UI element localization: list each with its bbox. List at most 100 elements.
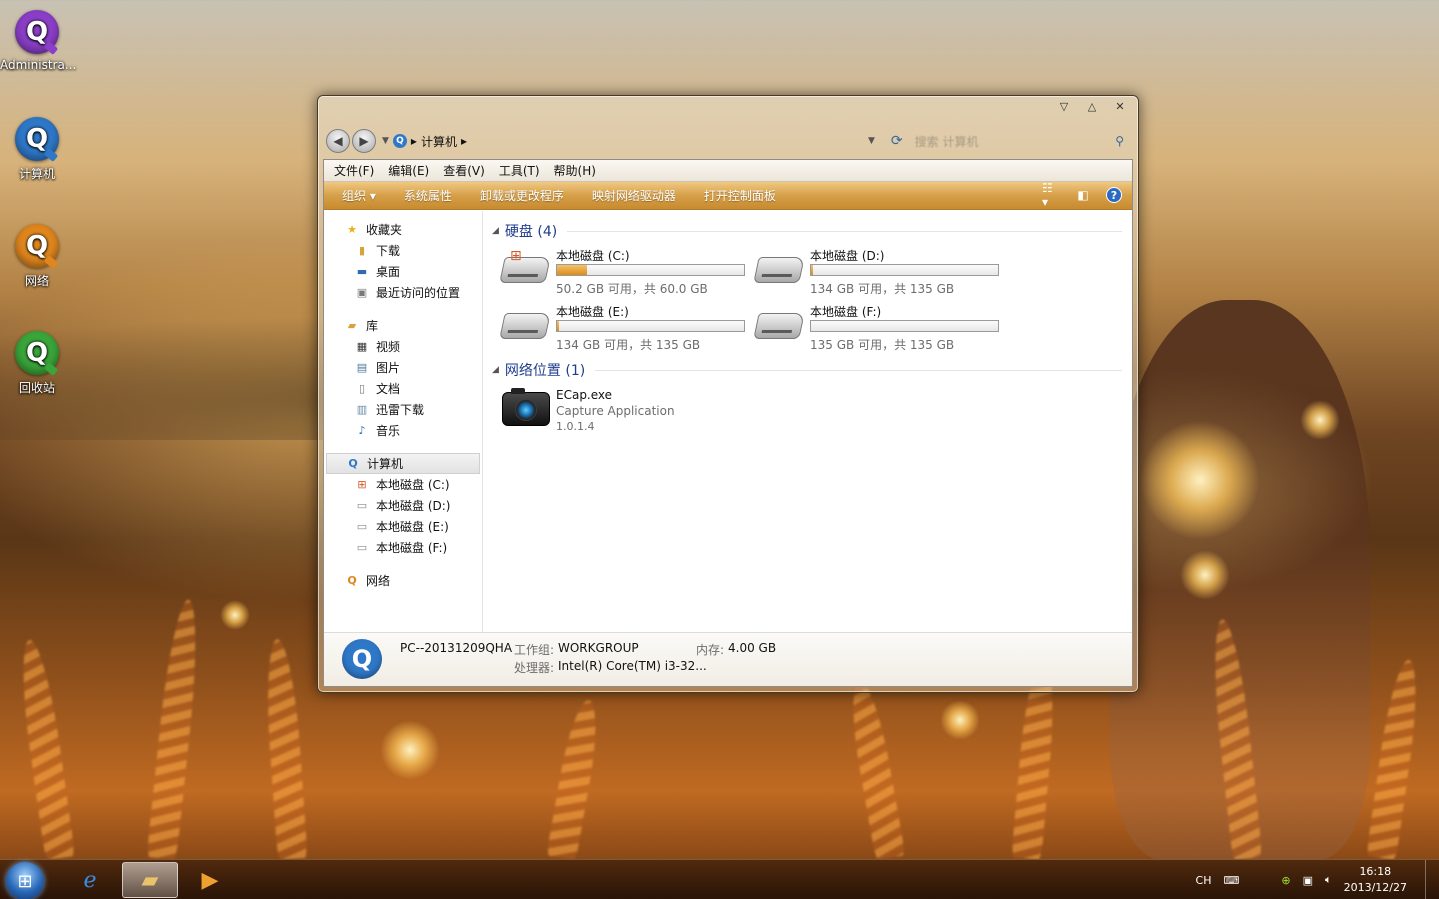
sidebar-item-downloads[interactable]: ▮ 下载 (324, 240, 482, 261)
sidebar-item-libraries[interactable]: ▰ 库 (324, 315, 482, 336)
sidebar-item-music[interactable]: ♪ 音乐 (324, 420, 482, 441)
sidebar-item-pictures[interactable]: ▤ 图片 (324, 357, 482, 378)
recent-places-icon: ▣ (356, 286, 368, 299)
start-button[interactable]: ⊞ (6, 862, 44, 899)
keyboard-icon[interactable]: ⌨ (1223, 874, 1239, 887)
system-tray: CH ⌨ ⊕ ▣ 🔈︎ 16:18 2013/12/27 (1196, 860, 1439, 899)
drive-usage-fill (811, 265, 813, 275)
breadcrumb-computer[interactable]: 计算机 (421, 133, 457, 150)
menu-file[interactable]: 文件(F) (334, 162, 374, 179)
sidebar-item-label: 视频 (376, 340, 401, 354)
navigation-bar: ◀ ▶ ▼ Q ▸ 计算机 ▸ ▼ ⟳ 搜索 计算机 ⚲ (326, 128, 1134, 154)
sidebar-item-recent-places[interactable]: ▣ 最近访问的位置 (324, 282, 482, 303)
sidebar-item-label: 收藏夹 (366, 223, 403, 237)
menu-tools[interactable]: 工具(T) (499, 162, 540, 179)
organize-button[interactable]: 组织 ▾ (342, 187, 376, 204)
help-icon[interactable]: ? (1106, 187, 1122, 203)
back-button[interactable]: ◀ (326, 129, 350, 153)
drive-usage-bar (556, 320, 745, 332)
taskbar-internet-explorer[interactable]: ℯ (62, 862, 118, 898)
sidebar-item-network[interactable]: Q 网络 (324, 570, 482, 591)
taskbar-media-player[interactable]: ▶ (182, 862, 238, 898)
harddisk-group-header[interactable]: ◢ 硬盘 (4) (492, 221, 1122, 241)
desktop-icon-computer[interactable]: Q 计算机 (0, 117, 74, 182)
breadcrumb-separator: ▸ (410, 134, 417, 148)
command-bar-right: ☷ ▾ ◧ ? (1042, 181, 1122, 209)
desktop-icon-label: Administra... (0, 58, 77, 72)
workgroup-label: 工作组: (514, 643, 555, 657)
navigation-pane: ★ 收藏夹 ▮ 下载 ▬ 桌面 ▣ 最近访问的位置 ▰ 库 ▦ 视频 ▤ 图片 … (324, 211, 483, 632)
drive-c[interactable]: 本地磁盘 (C:) 50.2 GB 可用，共 60.0 GB (499, 247, 752, 299)
sidebar-item-drive-f[interactable]: ▭ 本地磁盘 (F:) (324, 537, 482, 558)
close-button[interactable]: ✕ (1110, 98, 1130, 114)
documents-icon: ▯ (358, 382, 366, 395)
sidebar-item-drive-c[interactable]: ⊞ 本地磁盘 (C:) (324, 474, 482, 495)
details-pane: Q PC--20131209QHA 工作组: WORKGROUP 内存: 4.0… (324, 632, 1132, 686)
address-dropdown[interactable]: ▼ (868, 136, 875, 146)
network-item-ecap[interactable]: ECap.exe Capture Application 1.0.1.4 (502, 388, 802, 434)
taskbar-explorer[interactable]: ▰ (122, 862, 178, 898)
drive-size: 134 GB 可用，共 135 GB (810, 282, 955, 296)
hard-drive-icon (499, 313, 551, 339)
sidebar-item-drive-e[interactable]: ▭ 本地磁盘 (E:) (324, 516, 482, 537)
sidebar-item-label: 文档 (376, 382, 401, 396)
sidebar-item-label: 下载 (376, 244, 401, 258)
internet-explorer-icon: ℯ (83, 867, 97, 893)
background-wheat (14, 637, 76, 861)
open-control-panel-button[interactable]: 打开控制面板 (704, 187, 776, 204)
desktop-icon-administrator[interactable]: Q Administra... (0, 10, 77, 72)
system-properties-button[interactable]: 系统属性 (404, 187, 452, 204)
background-wheat (546, 697, 604, 861)
uninstall-program-button[interactable]: 卸载或更改程序 (480, 187, 564, 204)
maximize-button[interactable]: △ (1082, 98, 1102, 114)
background-wheat (262, 638, 308, 860)
desktop-icon-recycle-bin[interactable]: Q 回收站 (0, 331, 74, 396)
menu-help[interactable]: 帮助(H) (554, 162, 596, 179)
recent-pages-dropdown[interactable]: ▼ (382, 136, 389, 146)
network-status-icon[interactable]: ⊕ (1281, 874, 1290, 887)
network-group-header[interactable]: ◢ 网络位置 (1) (492, 360, 1122, 380)
background-glow (1180, 550, 1230, 600)
sidebar-item-documents[interactable]: ▯ 文档 (324, 378, 482, 399)
background-glow (1300, 400, 1340, 440)
address-search-area: ▼ ⟳ 搜索 计算机 ⚲ (864, 130, 1124, 152)
drive-f[interactable]: 本地磁盘 (F:) 135 GB 可用，共 135 GB (753, 303, 1006, 355)
collapse-icon: ◢ (492, 226, 499, 236)
preview-pane-icon[interactable]: ◧ (1074, 186, 1092, 204)
menu-edit[interactable]: 编辑(E) (388, 162, 429, 179)
drive-e[interactable]: 本地磁盘 (E:) 134 GB 可用，共 135 GB (499, 303, 752, 355)
sidebar-item-computer[interactable]: Q 计算机 (326, 453, 480, 474)
explorer-window: ▽ △ ✕ ◀ ▶ ▼ Q ▸ 计算机 ▸ ▼ ⟳ 搜索 计算机 ⚲ 文件(F)… (317, 95, 1139, 693)
search-input[interactable]: 搜索 计算机 (915, 133, 1116, 150)
sidebar-item-favorites[interactable]: ★ 收藏夹 (324, 219, 482, 240)
sidebar-item-desktop[interactable]: ▬ 桌面 (324, 261, 482, 282)
search-icon[interactable]: ⚲ (1115, 134, 1124, 148)
forward-button[interactable]: ▶ (352, 129, 376, 153)
show-desktop-button[interactable] (1425, 860, 1439, 899)
drive-size: 134 GB 可用，共 135 GB (556, 338, 701, 352)
language-indicator[interactable]: CH (1196, 874, 1212, 887)
thunder-download-icon: ▥ (356, 403, 368, 416)
minimize-button[interactable]: ▽ (1054, 98, 1074, 114)
refresh-icon[interactable]: ⟳ (891, 133, 903, 149)
memory-label: 内存: (696, 643, 725, 657)
workgroup-value: WORKGROUP (558, 641, 639, 655)
menu-view[interactable]: 查看(V) (443, 162, 485, 179)
action-center-icon[interactable]: ▣ (1303, 874, 1313, 887)
cpu-value: Intel(R) Core(TM) i3-32... (558, 659, 707, 673)
change-view-icon[interactable]: ☷ ▾ (1042, 181, 1060, 209)
sidebar-item-videos[interactable]: ▦ 视频 (324, 336, 482, 357)
sidebar-item-label: 本地磁盘 (E:) (376, 520, 449, 534)
desktop-icon-network[interactable]: Q 网络 (0, 224, 74, 289)
camera-icon (502, 388, 550, 426)
sidebar-item-thunder-downloads[interactable]: ▥ 迅雷下载 (324, 399, 482, 420)
background-glow (220, 600, 250, 630)
sidebar-item-drive-d[interactable]: ▭ 本地磁盘 (D:) (324, 495, 482, 516)
clock[interactable]: 16:18 2013/12/27 (1344, 864, 1407, 896)
background-glow (940, 700, 980, 740)
breadcrumb[interactable]: Q ▸ 计算机 ▸ (392, 133, 467, 150)
user-folder-icon: Q (15, 10, 59, 54)
volume-icon[interactable]: 🔈︎ (1325, 873, 1332, 887)
map-network-drive-button[interactable]: 映射网络驱动器 (592, 187, 676, 204)
drive-d[interactable]: 本地磁盘 (D:) 134 GB 可用，共 135 GB (753, 247, 1006, 299)
